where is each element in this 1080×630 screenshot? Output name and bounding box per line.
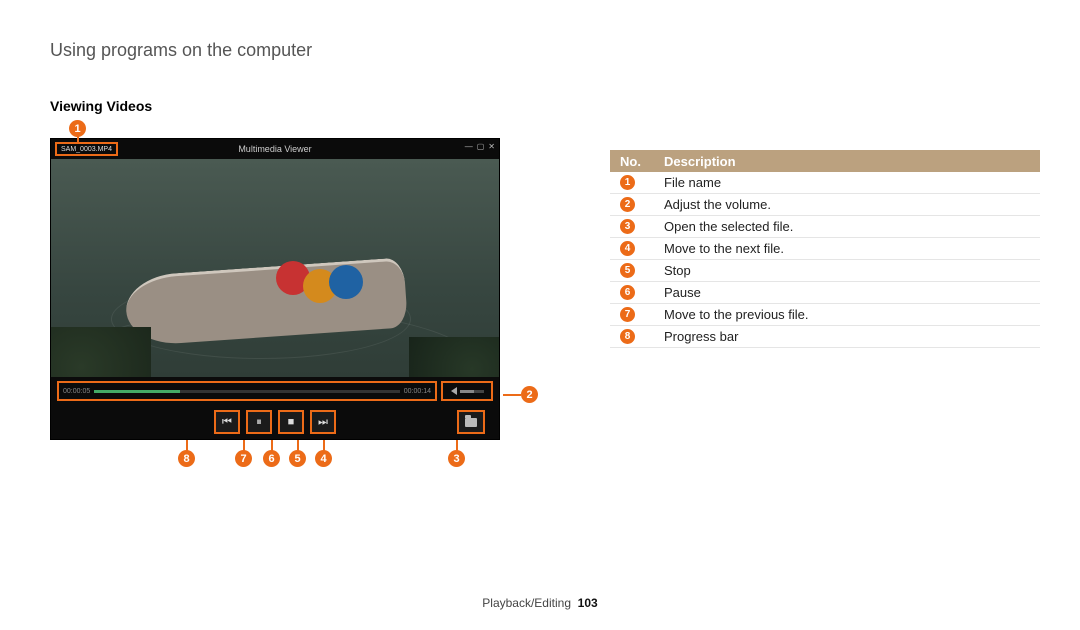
- callout-stem: [77, 136, 79, 144]
- row-number-badge: 6: [620, 285, 635, 300]
- section-title: Viewing Videos: [50, 98, 152, 114]
- open-file-button[interactable]: [457, 410, 485, 434]
- callout-badge: 2: [521, 386, 538, 403]
- row-description: Adjust the volume.: [660, 197, 771, 212]
- callout-badge: 5: [289, 450, 306, 467]
- page-title: Using programs on the computer: [50, 40, 312, 61]
- table-row: 7 Move to the previous file.: [610, 304, 1040, 326]
- row-number-badge: 5: [620, 263, 635, 278]
- maximize-icon[interactable]: ▢: [477, 142, 485, 151]
- table-row: 8 Progress bar: [610, 326, 1040, 348]
- table-row: 4 Move to the next file.: [610, 238, 1040, 260]
- callout-stem: [503, 394, 521, 396]
- row-description: Pause: [660, 285, 701, 300]
- time-elapsed: 00:00:05: [63, 388, 90, 395]
- callout-badge: 8: [178, 450, 195, 467]
- minimize-icon[interactable]: —: [465, 142, 473, 151]
- progress-bar[interactable]: 00:00:05 00:00:14: [57, 381, 437, 401]
- volume-icon: [451, 387, 457, 395]
- table-row: 1 File name: [610, 172, 1040, 194]
- row-description: Progress bar: [660, 329, 738, 344]
- row-number-badge: 3: [620, 219, 635, 234]
- callout-badge: 7: [235, 450, 252, 467]
- time-total: 00:00:14: [404, 388, 431, 395]
- row-description: Open the selected file.: [660, 219, 793, 234]
- page-footer: Playback/Editing 103: [0, 596, 1080, 610]
- volume-control[interactable]: [441, 381, 493, 401]
- footer-section: Playback/Editing: [482, 596, 571, 610]
- row-description: Move to the next file.: [660, 241, 784, 256]
- row-number-badge: 1: [620, 175, 635, 190]
- file-name: SAM_0003.MP4: [55, 142, 118, 156]
- video-player: SAM_0003.MP4 Multimedia Viewer — ▢ ✕ 00:…: [50, 138, 500, 440]
- callout-badge: 1: [69, 120, 86, 137]
- close-icon[interactable]: ✕: [488, 142, 495, 151]
- table-row: 6 Pause: [610, 282, 1040, 304]
- footer-page-number: 103: [578, 596, 598, 610]
- pause-button[interactable]: ⏸: [246, 410, 272, 434]
- app-title: Multimedia Viewer: [51, 144, 499, 154]
- next-button[interactable]: ⏭: [310, 410, 336, 434]
- table-row: 3 Open the selected file.: [610, 216, 1040, 238]
- stop-button[interactable]: ■: [278, 410, 304, 434]
- row-description: Stop: [660, 263, 691, 278]
- column-no: No.: [610, 154, 660, 169]
- legend-table: No. Description 1 File name 2 Adjust the vo…: [610, 150, 1040, 348]
- callout-badge: 3: [448, 450, 465, 467]
- callout-badge: 4: [315, 450, 332, 467]
- row-number-badge: 4: [620, 241, 635, 256]
- video-area: [51, 159, 499, 377]
- row-description: File name: [660, 175, 721, 190]
- callout-badge: 6: [263, 450, 280, 467]
- table-row: 2 Adjust the volume.: [610, 194, 1040, 216]
- table-row: 5 Stop: [610, 260, 1040, 282]
- folder-icon: [465, 418, 477, 427]
- row-number-badge: 2: [620, 197, 635, 212]
- row-description: Move to the previous file.: [660, 307, 809, 322]
- prev-button[interactable]: ⏮: [214, 410, 240, 434]
- column-description: Description: [660, 154, 736, 169]
- player-titlebar: SAM_0003.MP4 Multimedia Viewer — ▢ ✕: [51, 139, 499, 159]
- row-number-badge: 7: [620, 307, 635, 322]
- row-number-badge: 8: [620, 329, 635, 344]
